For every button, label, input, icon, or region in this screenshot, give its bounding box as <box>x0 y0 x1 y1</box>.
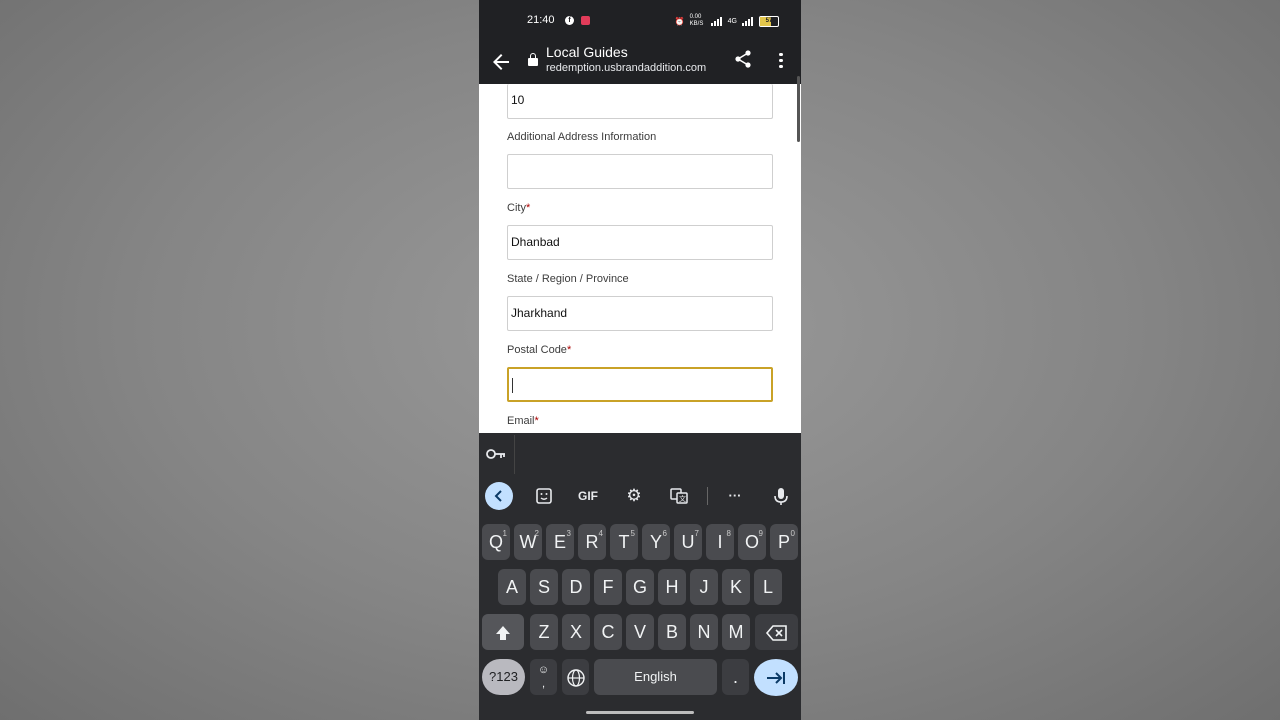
key-hint-number: 1 <box>502 529 507 538</box>
key-x[interactable]: X <box>562 614 590 650</box>
postal-code-label: Postal Code* <box>507 344 572 356</box>
gesture-nav-bar[interactable] <box>586 711 694 714</box>
key-hint-number: 5 <box>630 529 635 538</box>
battery-icon: 57 <box>759 15 779 27</box>
phone-screen: 21:40 f ⏰ 0.00 KB/S 4G 57 Local Guides r… <box>479 0 801 720</box>
alarm-icon: ⏰ <box>674 16 685 26</box>
key-a[interactable]: A <box>498 569 526 605</box>
additional-address-input[interactable] <box>507 154 773 189</box>
signal-icon-2 <box>742 16 754 26</box>
key-y[interactable]: Y6 <box>642 524 670 560</box>
symbols-key[interactable]: ?123 <box>482 659 525 695</box>
state-label: State / Region / Province <box>507 273 629 285</box>
key-b[interactable]: B <box>658 614 686 650</box>
microphone-icon[interactable] <box>767 482 795 510</box>
key-h[interactable]: H <box>658 569 686 605</box>
key-s[interactable]: S <box>530 569 558 605</box>
key-g[interactable]: G <box>626 569 654 605</box>
text-caret <box>512 378 513 394</box>
browser-toolbar: Local Guides redemption.usbrandaddition.… <box>479 42 801 84</box>
key-v[interactable]: V <box>626 614 654 650</box>
key-hint-number: 0 <box>790 529 795 538</box>
key-w[interactable]: W2 <box>514 524 542 560</box>
street-input[interactable]: 10 <box>507 84 773 119</box>
gif-button[interactable]: GIF <box>574 482 602 510</box>
network-type: 4G <box>727 17 737 25</box>
required-mark: * <box>534 415 539 427</box>
key-l[interactable]: L <box>754 569 782 605</box>
instagram-icon <box>581 16 590 25</box>
keyboard: Q1W2E3R4T5Y6U7I8O9P0 ASDFGHJKL ZXCVBNM ?… <box>479 516 801 720</box>
key-e[interactable]: E3 <box>546 524 574 560</box>
key-t[interactable]: T5 <box>610 524 638 560</box>
lock-icon[interactable] <box>528 53 538 66</box>
back-arrow-icon[interactable] <box>489 50 513 74</box>
key-n[interactable]: N <box>690 614 718 650</box>
key-f[interactable]: F <box>594 569 622 605</box>
key-u[interactable]: U7 <box>674 524 702 560</box>
key-p[interactable]: P0 <box>770 524 798 560</box>
key-k[interactable]: K <box>722 569 750 605</box>
toolbar-separator <box>707 487 708 505</box>
network-speed: 0.00 KB/S <box>689 14 704 27</box>
status-bar: 21:40 f ⏰ 0.00 KB/S 4G 57 <box>479 0 801 42</box>
next-tab-key[interactable] <box>754 659 798 696</box>
required-mark: * <box>525 202 531 214</box>
city-input[interactable]: Dhanbad <box>507 225 773 260</box>
facebook-icon: f <box>565 16 574 25</box>
keyboard-suggestion-strip <box>479 433 801 476</box>
backspace-key[interactable] <box>755 614 798 650</box>
key-m[interactable]: M <box>722 614 750 650</box>
key-c[interactable]: C <box>594 614 622 650</box>
signal-icon <box>710 16 723 26</box>
state-input[interactable]: Jharkhand <box>507 296 773 331</box>
keyboard-back-icon[interactable] <box>485 482 513 510</box>
key-z[interactable]: Z <box>530 614 558 650</box>
shift-key[interactable] <box>482 614 524 650</box>
settings-gear-icon[interactable]: ⚙ <box>620 482 648 510</box>
space-bar[interactable]: English <box>594 659 717 695</box>
status-time: 21:40 <box>527 14 555 26</box>
divider <box>514 435 515 474</box>
address-form: 10 Additional Address Information City* … <box>479 84 801 433</box>
status-right-icons: ⏰ 0.00 KB/S 4G 57 <box>675 14 779 28</box>
key-hint-number: 2 <box>534 529 539 538</box>
keyboard-toolbar: GIF ⚙ 文 ··· <box>479 476 801 516</box>
emoji-icon: ☺ <box>537 664 550 676</box>
page-title[interactable]: Local Guides <box>546 44 628 60</box>
key-hint-number: 6 <box>662 529 667 538</box>
key-j[interactable]: J <box>690 569 718 605</box>
svg-text:文: 文 <box>679 494 686 503</box>
password-key-icon[interactable] <box>485 446 507 462</box>
city-label: City* <box>507 202 531 214</box>
sticker-icon[interactable] <box>530 482 558 510</box>
translate-icon[interactable]: 文 <box>665 482 693 510</box>
email-label: Email* <box>507 415 539 427</box>
language-globe-key[interactable] <box>562 659 589 695</box>
more-horiz-icon[interactable]: ··· <box>721 482 749 510</box>
key-hint-number: 9 <box>758 529 763 538</box>
more-vert-icon[interactable] <box>773 50 789 70</box>
key-r[interactable]: R4 <box>578 524 606 560</box>
additional-address-label: Additional Address Information <box>507 131 657 143</box>
key-o[interactable]: O9 <box>738 524 766 560</box>
period-key[interactable]: . <box>722 659 749 695</box>
page-scrollbar[interactable] <box>797 76 800 142</box>
key-hint-number: 8 <box>726 529 731 538</box>
battery-level: 57 <box>765 17 773 24</box>
key-q[interactable]: Q1 <box>482 524 510 560</box>
key-i[interactable]: I8 <box>706 524 734 560</box>
key-hint-number: 3 <box>566 529 571 538</box>
emoji-comma-key[interactable]: ☺, <box>530 659 557 695</box>
key-hint-number: 7 <box>694 529 699 538</box>
key-d[interactable]: D <box>562 569 590 605</box>
postal-code-input[interactable] <box>507 367 773 402</box>
share-icon[interactable] <box>732 48 754 70</box>
key-hint-number: 4 <box>598 529 603 538</box>
required-mark: * <box>566 344 572 356</box>
page-url[interactable]: redemption.usbrandaddition.com <box>546 62 706 74</box>
